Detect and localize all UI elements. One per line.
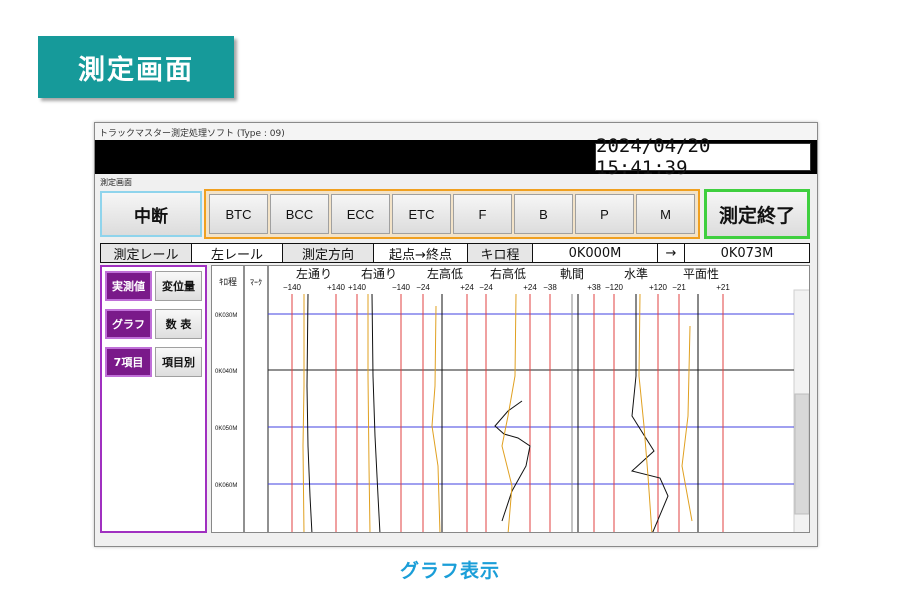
channel-min-label: −140: [283, 283, 302, 292]
channel-title: 右高低: [490, 266, 526, 281]
option-button-group: BTC BCC ECC ETC F B P M: [204, 189, 700, 239]
channel-min-label: −24: [479, 283, 493, 292]
trace-right-alignment: [371, 293, 381, 532]
trace-twist: [681, 325, 693, 522]
channel-max-label: +24: [460, 283, 474, 292]
trace-right-level: [494, 400, 531, 522]
km-start-value: 0K000M: [532, 243, 658, 263]
channel-max-label: +38: [587, 283, 601, 292]
channel-min-label: +140: [348, 283, 367, 292]
channel-max-label: +21: [716, 283, 730, 292]
display-mode-panel: 実測値 変位量 グラフ 数 表 7項目 項目別: [100, 265, 207, 533]
channel-title: 左通り: [296, 266, 332, 281]
trace-left-alignment: [302, 294, 305, 532]
measurement-graph: ｷﾛ程 ﾏｰｸ 0K030M 0K040M 0K050M 0K060M 左通り −140 +14…: [211, 265, 810, 533]
channel-max-label: −140: [392, 283, 411, 292]
direction-value: 起点→終点: [373, 243, 468, 263]
interrupt-button[interactable]: 中断: [100, 191, 202, 237]
end-measurement-button[interactable]: 測定終了: [704, 189, 810, 239]
option-button-bcc[interactable]: BCC: [270, 194, 329, 234]
table-view-button[interactable]: 数 表: [155, 309, 202, 339]
by-item-button[interactable]: 項目別: [155, 347, 202, 377]
trace-left-level: [431, 305, 441, 532]
km-column-header: ｷﾛ程: [219, 277, 237, 287]
displacement-button[interactable]: 変位量: [155, 271, 202, 301]
screen-label: 測定画面: [100, 178, 132, 187]
km-tick-label: 0K040M: [215, 369, 237, 375]
option-button-btc[interactable]: BTC: [209, 194, 268, 234]
channel-max-label: +120: [649, 283, 668, 292]
channel-title: 右通り: [361, 266, 397, 281]
km-tick-label: 0K030M: [215, 313, 237, 319]
channel-min-label: −21: [672, 283, 686, 292]
channel-title: 水準: [624, 266, 648, 281]
app-window: トラックマスター測定処理ソフト (Type : 09) 2024/04/20 1…: [94, 122, 818, 547]
channel-max-label: +140: [327, 283, 346, 292]
header-bar: 2024/04/20 15:41:39: [95, 135, 817, 179]
km-arrow: →: [657, 243, 685, 263]
trace-right-alignment: [367, 294, 371, 532]
option-button-ecc[interactable]: ECC: [331, 194, 390, 234]
option-button-p[interactable]: P: [575, 194, 634, 234]
trace-right-level: [501, 293, 517, 532]
graph-scrollbar-thumb: [794, 393, 809, 515]
rail-label: 測定レール: [100, 243, 192, 263]
trace-cross-level: [630, 294, 669, 532]
trace-left-alignment: [306, 293, 313, 532]
graph-canvas: ｷﾛ程 ﾏｰｸ 0K030M 0K040M 0K050M 0K060M 左通り −140 +14…: [215, 266, 809, 532]
channel-max-label: +24: [523, 283, 537, 292]
option-button-m[interactable]: M: [636, 194, 695, 234]
option-button-b[interactable]: B: [514, 194, 573, 234]
km-end-value: 0K073M: [684, 243, 810, 263]
channel-min-label: −120: [605, 283, 624, 292]
channel-title: 平面性: [683, 267, 719, 281]
km-tick-label: 0K050M: [215, 426, 237, 432]
page-heading-badge: 測定画面: [38, 36, 234, 98]
seven-items-button[interactable]: 7項目: [105, 347, 152, 377]
channel-min-label: −24: [416, 283, 430, 292]
rail-value: 左レール: [191, 243, 283, 263]
option-button-f[interactable]: F: [453, 194, 512, 234]
mark-column-header: ﾏｰｸ: [250, 278, 262, 287]
channel-title: 左高低: [427, 266, 463, 281]
trace-cross-level: [638, 293, 653, 532]
direction-label: 測定方向: [282, 243, 374, 263]
km-label: キロ程: [467, 243, 533, 263]
datetime-display: 2024/04/20 15:41:39: [595, 135, 811, 179]
caption: グラフ表示: [399, 560, 500, 582]
option-button-etc[interactable]: ETC: [392, 194, 451, 234]
km-tick-label: 0K060M: [215, 483, 237, 489]
channel-min-label: −38: [543, 283, 557, 292]
measurement-info-row: 測定レール 左レール 測定方向 起点→終点 キロ程 0K000M → 0K073…: [100, 243, 810, 263]
graph-view-button[interactable]: グラフ: [105, 309, 152, 339]
measured-value-button[interactable]: 実測値: [105, 271, 152, 301]
channel-title: 軌間: [560, 266, 584, 281]
